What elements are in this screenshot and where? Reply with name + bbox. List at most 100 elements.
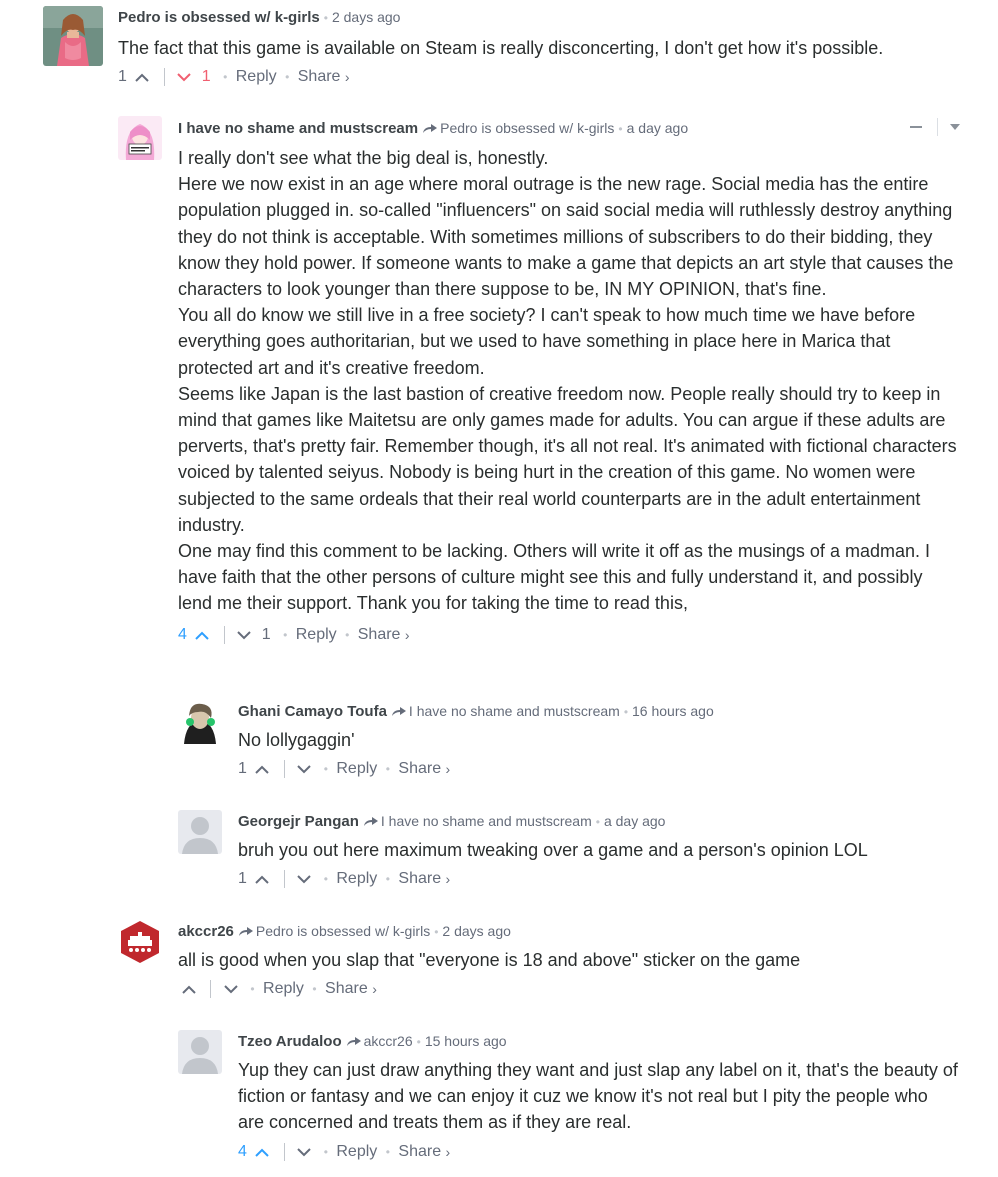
bullet: • — [223, 70, 228, 85]
bullet: • — [385, 1144, 390, 1159]
upvote-count: 1 — [118, 68, 127, 86]
comment-footer: 1 1 • Reply • Share › — [118, 66, 958, 88]
comment-footer: 4 • Reply • Share › — [238, 1141, 958, 1163]
avatar[interactable] — [43, 6, 103, 66]
downvote-icon[interactable] — [297, 874, 311, 884]
upvote-icon[interactable] — [255, 1147, 270, 1157]
timestamp[interactable]: a day ago — [627, 120, 689, 136]
author-name[interactable]: Georgejr Pangan — [238, 813, 359, 830]
reply-button[interactable]: Reply — [336, 760, 377, 777]
bullet: • — [618, 122, 623, 136]
comment-text: Yup they can just draw anything they wan… — [238, 1057, 958, 1136]
upvote-count: 1 — [238, 760, 247, 778]
comment-paragraph: One may find this comment to be lacking.… — [178, 541, 930, 614]
vote-separator — [223, 625, 225, 644]
reply-button[interactable]: Reply — [236, 68, 277, 85]
downvote-count: 1 — [201, 68, 211, 86]
comment-text: all is good when you slap that "everyone… — [178, 947, 958, 973]
avatar[interactable] — [178, 810, 222, 854]
share-label: Share — [325, 980, 368, 998]
upvote-icon[interactable] — [135, 72, 150, 83]
comment-paragraph: No lollygaggin' — [238, 730, 355, 750]
author-name[interactable]: I have no shame and mustscream — [178, 120, 418, 137]
bullet: • — [283, 627, 288, 642]
share-button[interactable]: Share › — [325, 980, 377, 997]
reply-arrow-icon — [391, 707, 406, 716]
timestamp[interactable]: a day ago — [604, 813, 666, 829]
share-button[interactable]: Share › — [358, 626, 410, 643]
downvote-icon[interactable] — [224, 984, 238, 994]
bullet: • — [345, 627, 350, 642]
upvote-icon[interactable] — [255, 764, 270, 775]
comment-text: No lollygaggin' — [238, 727, 958, 753]
comment-paragraph: all is good when you slap that "everyone… — [178, 950, 801, 970]
bullet: • — [323, 762, 328, 777]
vote-separator — [163, 68, 165, 87]
share-button[interactable]: Share › — [298, 68, 350, 85]
reply-button[interactable]: Reply — [263, 980, 304, 997]
reply-arrow-icon — [363, 817, 378, 826]
share-button[interactable]: Share › — [398, 1143, 450, 1160]
vote-separator — [210, 980, 212, 999]
share-label: Share — [357, 625, 401, 643]
comment-text: The fact that this game is available on … — [118, 35, 958, 61]
author-name[interactable]: akccr26 — [178, 923, 234, 940]
upvote-count: 4 — [178, 625, 187, 643]
bullet: • — [323, 11, 328, 25]
bullet: • — [416, 1035, 421, 1049]
parent-author-link[interactable]: Pedro is obsessed w/ k-girls — [440, 120, 614, 136]
comment-header: Ghani Camayo Toufa I have no shame and mu… — [238, 701, 958, 722]
collapse-icon[interactable] — [910, 126, 923, 128]
upvote-icon[interactable] — [195, 630, 210, 640]
comment-footer: 1 • Reply • Share › — [238, 758, 958, 780]
comment-header: akccr26 Pedro is obsessed w/ k-girls • 2 da… — [178, 921, 958, 942]
upvote-icon[interactable] — [255, 874, 270, 885]
comment-header: Pedro is obsessed w/ k-girls • 2 days ago — [118, 7, 958, 28]
avatar[interactable] — [178, 700, 222, 744]
comment-footer: • Reply • Share › — [178, 978, 958, 1000]
comment-text: I really don't see what the big deal is,… — [178, 145, 958, 617]
reply-arrow-icon — [423, 124, 438, 133]
bullet: • — [250, 982, 255, 997]
reply-button[interactable]: Reply — [336, 1143, 377, 1160]
avatar[interactable] — [118, 920, 162, 964]
bullet: • — [312, 982, 317, 997]
bullet: • — [434, 925, 439, 939]
comment-header: Tzeo Arudaloo akccr26 • 15 hours ago — [238, 1031, 958, 1052]
comment-paragraph: Seems like Japan is the last bastion of … — [178, 383, 957, 535]
comment-footer: 1 • Reply • Share › — [238, 868, 958, 890]
share-button[interactable]: Share › — [398, 870, 450, 887]
share-label: Share — [398, 870, 442, 888]
author-name[interactable]: Tzeo Arudaloo — [238, 1033, 342, 1050]
comment-paragraph: You all do know we still live in a free … — [178, 305, 916, 378]
timestamp[interactable]: 16 hours ago — [632, 703, 714, 719]
parent-author-link[interactable]: I have no shame and mustscream — [381, 813, 592, 829]
reply-button[interactable]: Reply — [336, 870, 377, 887]
share-button[interactable]: Share › — [398, 760, 450, 777]
avatar[interactable] — [118, 116, 162, 160]
chevron-right-icon: › — [445, 761, 451, 778]
reply-button[interactable]: Reply — [296, 626, 337, 643]
author-name[interactable]: Pedro is obsessed w/ k-girls — [118, 9, 320, 26]
bullet: • — [323, 872, 328, 887]
upvote-count: 4 — [238, 1142, 247, 1160]
downvote-icon[interactable] — [177, 72, 191, 82]
author-name[interactable]: Ghani Camayo Toufa — [238, 703, 387, 720]
parent-author-link[interactable]: akccr26 — [364, 1033, 413, 1049]
downvote-icon[interactable] — [237, 630, 251, 640]
timestamp[interactable]: 15 hours ago — [425, 1033, 507, 1049]
menu-separator — [936, 118, 938, 136]
share-label: Share — [398, 1142, 442, 1160]
chevron-right-icon: › — [445, 1143, 451, 1160]
downvote-icon[interactable] — [297, 1147, 311, 1157]
downvote-icon[interactable] — [297, 764, 311, 774]
parent-author-link[interactable]: Pedro is obsessed w/ k-girls — [256, 923, 430, 939]
parent-author-link[interactable]: I have no shame and mustscream — [409, 703, 620, 719]
avatar[interactable] — [178, 1030, 222, 1074]
chevron-right-icon: › — [404, 626, 410, 643]
timestamp[interactable]: 2 days ago — [332, 9, 401, 25]
upvote-icon[interactable] — [182, 984, 196, 995]
bullet: • — [623, 705, 629, 719]
timestamp[interactable]: 2 days ago — [442, 923, 511, 939]
caret-down-icon[interactable] — [950, 124, 960, 130]
